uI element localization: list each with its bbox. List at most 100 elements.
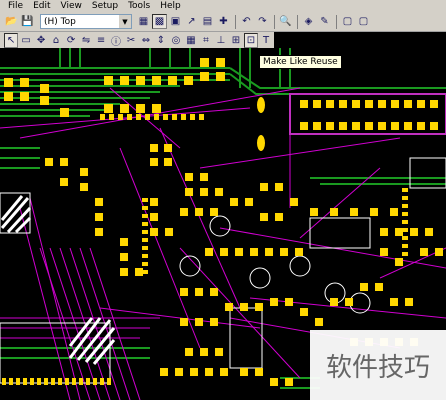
pad (150, 198, 158, 206)
pad (175, 368, 183, 376)
verify-icon[interactable]: ◈ (301, 14, 316, 29)
select-icon[interactable]: ▭ (19, 33, 33, 48)
pad (142, 254, 148, 258)
menu-tools[interactable]: Tools (128, 0, 150, 12)
pad (395, 258, 403, 266)
tooltip: Make Like Reuse (259, 55, 342, 69)
pad (95, 228, 103, 236)
grid-icon[interactable]: ▩ (152, 14, 167, 29)
pad (199, 114, 204, 120)
pad (136, 114, 141, 120)
pad (255, 368, 263, 376)
pad (240, 368, 248, 376)
pad (350, 208, 358, 216)
menu-help[interactable]: Help (160, 0, 181, 12)
pad (72, 378, 76, 385)
pad (404, 100, 412, 108)
pad (200, 348, 208, 356)
pad (210, 318, 218, 326)
layers-icon[interactable]: ▦ (136, 14, 151, 29)
pad (430, 100, 438, 108)
pad (120, 268, 128, 276)
pad (60, 108, 69, 117)
pcb-canvas[interactable]: Make Like Reuse 软件技巧 (0, 48, 446, 400)
separator (297, 14, 298, 29)
pad (45, 158, 53, 166)
undo-icon[interactable]: ↶ (239, 14, 254, 29)
menu-setup[interactable]: Setup (92, 0, 118, 12)
pad (180, 288, 188, 296)
pad (210, 208, 218, 216)
secondary-toolbar: ↖ ▭ ✥ ⌂ ⟳ ⇋ ≡ ⓘ ✂ ⇔ ⇕ ◎ ▦ ⌗ ⊥ ⊞ ⊡ T (0, 32, 274, 48)
pad (410, 228, 418, 236)
separator (235, 14, 236, 29)
pad (402, 220, 408, 224)
lock-icon[interactable]: ⌂ (49, 33, 63, 48)
via-oval (257, 97, 265, 113)
pin-icon[interactable]: ⊥ (214, 33, 228, 48)
chevron-down-icon[interactable]: ▼ (119, 15, 131, 28)
pad (420, 248, 428, 256)
pad (142, 222, 148, 226)
cursor-icon[interactable]: ↖ (4, 32, 19, 48)
pad (402, 188, 408, 192)
align-icon[interactable]: ≡ (94, 33, 108, 48)
pad (150, 213, 158, 221)
pad (380, 228, 388, 236)
pad (378, 100, 386, 108)
layer-select[interactable]: (H) Top ▼ (40, 14, 132, 29)
scale-icon[interactable]: ⊞ (229, 33, 243, 48)
pad (300, 308, 308, 316)
connect-icon[interactable]: ✚ (216, 14, 231, 29)
dimension-icon[interactable]: ⇔ (139, 33, 153, 48)
search-icon[interactable]: 🔍 (278, 14, 293, 29)
pad (190, 114, 195, 120)
component-icon[interactable]: ▤ (200, 14, 215, 29)
redo-icon[interactable]: ↷ (255, 14, 270, 29)
pad (142, 214, 148, 218)
pad (430, 122, 438, 130)
pad (425, 228, 433, 236)
pad (240, 303, 248, 311)
spread-icon[interactable]: ⇕ (154, 33, 168, 48)
pad (275, 183, 283, 191)
via-oval (257, 135, 265, 151)
menu-view[interactable]: View (61, 0, 82, 12)
pad (190, 368, 198, 376)
pad (260, 213, 268, 221)
text-icon[interactable]: T (259, 33, 273, 48)
display-icon[interactable]: ▣ (168, 14, 183, 29)
cut-icon[interactable]: ✂ (124, 33, 138, 48)
pad (93, 378, 97, 385)
grid2-icon[interactable]: ▦ (184, 33, 198, 48)
window-icon[interactable]: ▢ (340, 14, 355, 29)
pad (326, 122, 334, 130)
move-icon[interactable]: ✥ (34, 33, 48, 48)
pad (265, 248, 273, 256)
save-icon[interactable]: 💾 (20, 14, 35, 29)
menu-edit[interactable]: Edit (33, 0, 50, 12)
window2-icon[interactable]: ▢ (356, 14, 371, 29)
pad (378, 122, 386, 130)
mirror-icon[interactable]: ⇋ (79, 33, 93, 48)
glue-icon[interactable]: ◎ (169, 33, 183, 48)
pad (154, 114, 159, 120)
open-icon[interactable]: 📂 (4, 14, 19, 29)
router-icon[interactable]: ⌗ (199, 33, 213, 48)
pad (285, 378, 293, 386)
pad (402, 212, 408, 216)
pad (95, 198, 103, 206)
rotate-icon[interactable]: ⟳ (64, 33, 78, 48)
highlight-icon[interactable]: ✎ (317, 14, 332, 29)
pad (313, 122, 321, 130)
pad (180, 318, 188, 326)
pad (402, 244, 408, 248)
pad (275, 213, 283, 221)
pad (205, 368, 213, 376)
route-icon[interactable]: ↗ (184, 14, 199, 29)
info-icon[interactable]: ⓘ (109, 33, 123, 48)
pad (181, 114, 186, 120)
reuse-icon[interactable]: ⊡ (243, 32, 259, 48)
menu-file[interactable]: File (8, 0, 23, 12)
pad (185, 188, 193, 196)
